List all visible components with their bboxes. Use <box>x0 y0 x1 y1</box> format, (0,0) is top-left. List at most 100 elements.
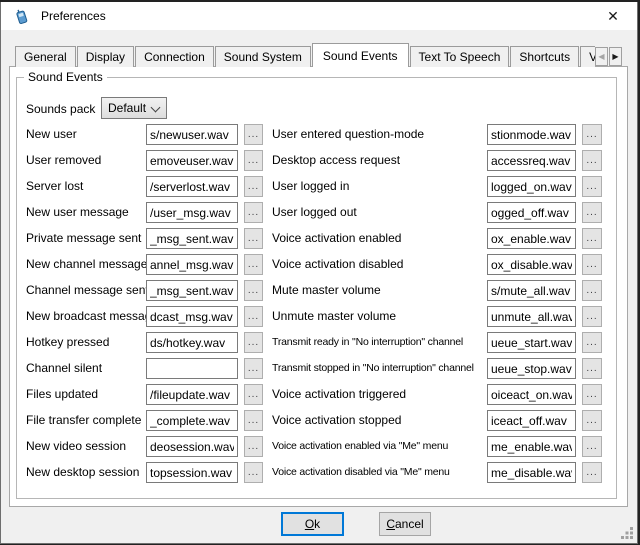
browse-button[interactable]: ... <box>582 332 602 353</box>
sound-event-label: New user message <box>26 202 129 223</box>
sound-file-input[interactable] <box>146 462 238 483</box>
titlebar[interactable]: Preferences ✕ <box>1 2 637 30</box>
sounds-pack-select[interactable]: Default <box>101 97 167 119</box>
sound-event-row: New broadcast message ... <box>26 306 266 332</box>
sound-file-input[interactable] <box>146 254 238 275</box>
sound-file-input[interactable] <box>146 436 238 457</box>
browse-button[interactable]: ... <box>244 462 263 483</box>
sound-event-label: Transmit ready in "No interruption" chan… <box>272 332 463 353</box>
sound-event-label: New broadcast message <box>26 306 158 327</box>
sound-file-input[interactable] <box>146 410 238 431</box>
tab[interactable]: Shortcuts <box>510 46 579 67</box>
sound-file-input[interactable] <box>146 228 238 249</box>
browse-button[interactable]: ... <box>244 254 263 275</box>
sound-file-input[interactable] <box>146 306 238 327</box>
sound-file-input[interactable] <box>487 228 576 249</box>
browse-button[interactable]: ... <box>244 150 263 171</box>
sounds-pack-value: Default <box>108 101 146 115</box>
sound-event-row: Hotkey pressed ... <box>26 332 266 358</box>
sound-file-input[interactable] <box>146 280 238 301</box>
tab[interactable]: General <box>15 46 76 67</box>
sound-file-input[interactable] <box>487 332 576 353</box>
tab-scroll-left-button[interactable]: ◀ <box>595 47 608 66</box>
browse-button[interactable]: ... <box>244 202 263 223</box>
sound-event-row: Voice activation disabled ... <box>272 254 604 280</box>
sound-file-input[interactable] <box>487 280 576 301</box>
sound-file-input[interactable] <box>146 124 238 145</box>
browse-button[interactable]: ... <box>582 150 602 171</box>
sound-file-input[interactable] <box>487 124 576 145</box>
browse-button[interactable]: ... <box>244 306 263 327</box>
sound-file-input[interactable] <box>146 358 238 379</box>
browse-button[interactable]: ... <box>582 176 602 197</box>
sound-event-label: Voice activation triggered <box>272 384 406 405</box>
sound-event-row: New video session ... <box>26 436 266 462</box>
sound-event-label: New channel message <box>26 254 147 275</box>
sound-file-input[interactable] <box>487 358 576 379</box>
sound-event-label: Desktop access request <box>272 150 400 171</box>
sound-file-input[interactable] <box>487 254 576 275</box>
browse-button[interactable]: ... <box>582 306 602 327</box>
browse-button[interactable]: ... <box>244 358 263 379</box>
browse-button[interactable]: ... <box>582 436 602 457</box>
browse-button[interactable]: ... <box>582 228 602 249</box>
chevron-right-icon: ▶ <box>612 52 618 61</box>
browse-button[interactable]: ... <box>244 436 263 457</box>
browse-button[interactable]: ... <box>582 202 602 223</box>
browse-button[interactable]: ... <box>582 410 602 431</box>
sound-file-input[interactable] <box>487 410 576 431</box>
browse-button[interactable]: ... <box>244 332 263 353</box>
tab[interactable]: Text To Speech <box>410 46 510 67</box>
sound-event-label: Voice activation disabled <box>272 254 403 275</box>
tab-scroll-right-button[interactable]: ▶ <box>609 47 622 66</box>
cancel-button[interactable]: Cancel <box>379 512 431 536</box>
browse-button[interactable]: ... <box>244 228 263 249</box>
sound-event-label: Private message sent <box>26 228 141 249</box>
tab[interactable]: Connection <box>135 46 214 67</box>
sound-file-input[interactable] <box>146 384 238 405</box>
sound-file-input[interactable] <box>146 150 238 171</box>
tab[interactable]: Sound Events <box>312 43 409 67</box>
sound-file-input[interactable] <box>487 176 576 197</box>
sound-file-input[interactable] <box>487 462 576 483</box>
sound-event-label: Hotkey pressed <box>26 332 109 353</box>
browse-button[interactable]: ... <box>244 280 263 301</box>
browse-button[interactable]: ... <box>582 280 602 301</box>
browse-button[interactable]: ... <box>582 124 602 145</box>
sound-events-left-column: New user ... User removed ... Server los… <box>26 124 266 488</box>
browse-button[interactable]: ... <box>582 384 602 405</box>
browse-button[interactable]: ... <box>244 384 263 405</box>
sound-file-input[interactable] <box>487 384 576 405</box>
browse-button[interactable]: ... <box>582 462 602 483</box>
sound-file-input[interactable] <box>487 436 576 457</box>
ok-button[interactable]: Ok <box>281 512 344 536</box>
chevron-left-icon: ◀ <box>598 52 604 61</box>
sound-file-input[interactable] <box>146 332 238 353</box>
groupbox-title: Sound Events <box>24 70 107 84</box>
sound-file-input[interactable] <box>487 202 576 223</box>
sound-event-label: User logged out <box>272 202 357 223</box>
sound-event-row: Mute master volume ... <box>272 280 604 306</box>
sound-event-label: New user <box>26 124 77 145</box>
sound-event-row: Desktop access request ... <box>272 150 604 176</box>
sound-file-input[interactable] <box>146 176 238 197</box>
sound-event-label: File transfer complete <box>26 410 141 431</box>
tab[interactable]: Video <box>580 46 595 67</box>
sound-event-row: Private message sent ... <box>26 228 266 254</box>
tab[interactable]: Display <box>77 46 134 67</box>
sound-event-label: Voice activation enabled <box>272 228 401 249</box>
browse-button[interactable]: ... <box>582 254 602 275</box>
browse-button[interactable]: ... <box>244 176 263 197</box>
browse-button[interactable]: ... <box>582 358 602 379</box>
sound-event-label: New desktop session <box>26 462 139 483</box>
browse-button[interactable]: ... <box>244 124 263 145</box>
sound-file-input[interactable] <box>487 150 576 171</box>
sound-file-input[interactable] <box>146 202 238 223</box>
close-button[interactable]: ✕ <box>595 2 631 30</box>
resize-grip[interactable] <box>620 526 634 540</box>
tab[interactable]: Sound System <box>215 46 311 67</box>
browse-button[interactable]: ... <box>244 410 263 431</box>
sound-event-label: Channel silent <box>26 358 102 379</box>
sound-file-input[interactable] <box>487 306 576 327</box>
sound-event-label: User logged in <box>272 176 349 197</box>
